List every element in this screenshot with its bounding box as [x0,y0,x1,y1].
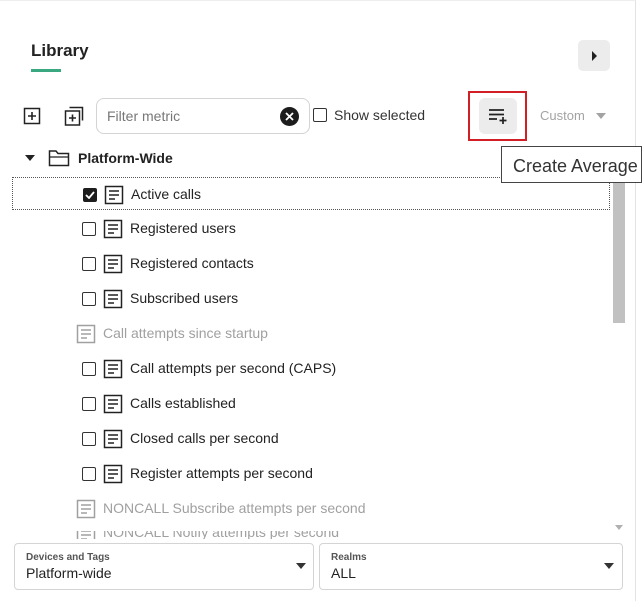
chevron-down-icon [595,112,606,119]
folder-label: Platform-Wide [78,150,173,166]
filter-metric-field [96,98,310,134]
show-selected-checkbox[interactable] [313,108,327,122]
stacked-plus-box-icon [64,106,84,126]
metric-checkbox[interactable] [82,222,96,236]
document-icon [76,499,96,519]
filter-metric-input[interactable] [107,106,267,126]
create-average-tooltip: Create Average [501,146,642,183]
chevron-down-icon [604,563,614,569]
caret-right-icon [592,50,597,61]
document-icon [103,254,123,274]
folder-open-icon [48,150,70,167]
check-icon [85,191,95,199]
library-tab-underline [31,69,61,72]
metric-label: Subscribed users [130,290,239,306]
metric-row[interactable]: Calls established [12,387,610,420]
metric-checkbox[interactable] [82,432,96,446]
devices-and-tags-label: Devices and Tags [26,552,110,563]
realms-label: Realms [331,552,367,563]
metric-row[interactable]: Register attempts per second [12,457,610,490]
scroll-down-arrow[interactable] [615,525,623,530]
document-icon [103,219,123,239]
metric-row[interactable]: Call attempts per second (CAPS) [12,352,610,385]
document-icon [103,429,123,449]
metric-label: Call attempts since startup [103,325,268,341]
clear-filter-button[interactable] [280,107,299,126]
metric-checkbox[interactable] [82,467,96,481]
metric-label: Registered users [130,220,236,236]
create-average-button[interactable] [479,98,517,134]
document-icon [103,464,123,484]
metric-label: Call attempts per second (CAPS) [130,360,337,376]
metric-label: Registered contacts [130,255,254,271]
devices-and-tags-value: Platform-wide [26,565,112,581]
add-group-button[interactable] [64,106,84,126]
metric-checkbox[interactable] [82,397,96,411]
metric-checkbox[interactable] [82,292,96,306]
document-icon [104,185,124,205]
close-icon [285,112,294,121]
scrollbar-thumb[interactable] [613,183,625,323]
realms-value: ALL [331,565,356,581]
show-selected-label: Show selected [334,107,426,123]
metric-label: Closed calls per second [130,430,279,446]
metric-checkbox[interactable] [82,362,96,376]
clipped-list-item: NONCALL Notify attempts per second [74,531,394,539]
expand-all-button[interactable] [22,106,42,126]
chevron-down-icon [296,563,306,569]
clipped-item-label: NONCALL Notify attempts per second [103,531,340,539]
aggregation-select-value: Custom [540,108,585,123]
devices-and-tags-dropdown[interactable]: Devices and Tags Platform-wide [14,543,314,590]
show-selected-toggle[interactable]: Show selected [313,107,425,123]
metric-label: Register attempts per second [130,465,313,481]
playlist-add-icon [489,109,507,124]
collapse-panel-button[interactable] [578,40,610,71]
metric-row[interactable]: Subscribed users [12,282,610,315]
metric-checkbox[interactable] [83,188,97,202]
metric-row: Call attempts since startup [12,317,610,350]
document-icon [103,394,123,414]
caret-down-icon [25,155,35,161]
metric-row[interactable]: Registered users [12,212,610,245]
metric-row[interactable]: Closed calls per second [12,422,610,455]
document-icon [76,324,96,344]
metric-row[interactable]: Registered contacts [12,247,610,280]
metric-row: NONCALL Subscribe attempts per second [12,492,610,525]
document-icon [103,289,123,309]
tree-folder-platform-wide[interactable]: Platform-Wide [24,149,173,167]
library-title: Library [31,41,89,60]
document-icon [76,531,96,539]
metric-label: Active calls [131,186,202,202]
metric-label: Calls established [130,395,236,411]
metric-label: NONCALL Subscribe attempts per second [103,500,366,516]
metric-checkbox[interactable] [82,257,96,271]
library-panel: Library Show selected Custom [0,0,636,601]
plus-box-icon [23,107,41,125]
document-icon [103,359,123,379]
aggregation-select[interactable]: Custom [540,108,606,123]
realms-dropdown[interactable]: Realms ALL [319,543,623,590]
